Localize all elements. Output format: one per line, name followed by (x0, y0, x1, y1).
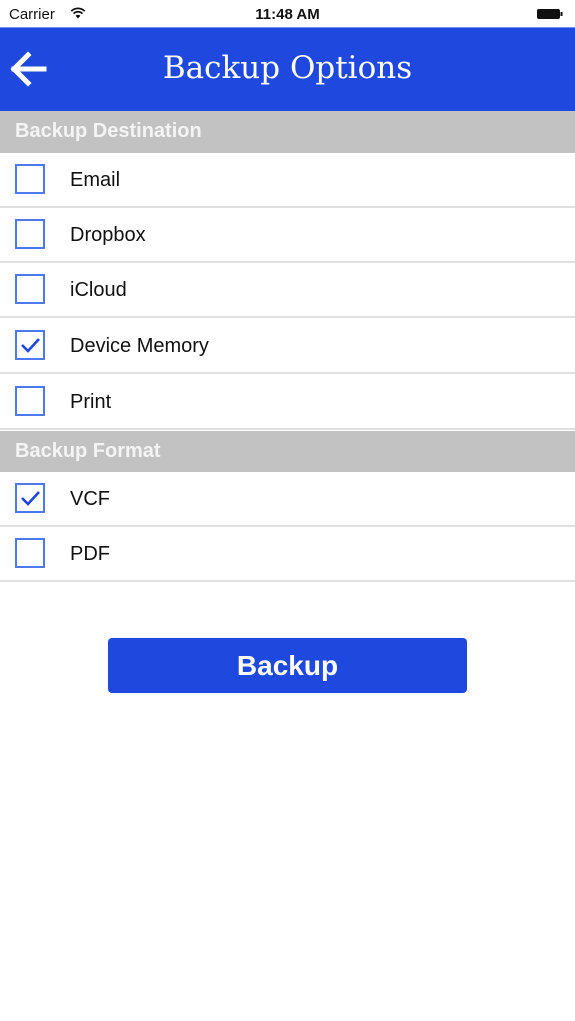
checkbox[interactable] (15, 483, 45, 513)
backup-button[interactable]: Backup (108, 638, 467, 693)
checkbox[interactable] (15, 219, 45, 249)
checkmark-icon (21, 338, 40, 353)
clock: 11:48 AM (255, 6, 320, 23)
option-label: iCloud (70, 279, 127, 301)
option-dropbox[interactable]: Dropbox (0, 208, 575, 263)
option-email[interactable]: Email (0, 153, 575, 208)
section-title: Backup Format (15, 440, 161, 462)
checkmark-icon (21, 491, 40, 506)
option-device-memory[interactable]: Device Memory (0, 319, 575, 374)
section-header-destination: Backup Destination (0, 111, 575, 153)
option-vcf[interactable]: VCF (0, 472, 575, 527)
status-bar: Carrier 11:48 AM (0, 0, 575, 28)
option-label: Device Memory (70, 335, 209, 357)
option-icloud[interactable]: iCloud (0, 263, 575, 318)
option-label: Dropbox (70, 224, 146, 246)
option-label: Email (70, 169, 121, 191)
option-pdf[interactable]: PDF (0, 527, 575, 582)
checkbox[interactable] (15, 538, 45, 568)
section-title: Backup Destination (15, 120, 202, 142)
section-header-format: Backup Format (0, 431, 575, 473)
checkbox[interactable] (15, 274, 45, 304)
page-title: Backup Options (162, 50, 413, 86)
checkbox[interactable] (15, 164, 45, 194)
battery-icon (537, 9, 563, 19)
option-label: PDF (70, 543, 110, 565)
navigation-bar: Backup Options (0, 28, 575, 111)
option-print[interactable]: Print (0, 375, 575, 430)
checkbox[interactable] (15, 386, 45, 416)
checkbox[interactable] (15, 330, 45, 360)
option-label: Print (70, 391, 112, 413)
option-label: VCF (70, 488, 110, 510)
